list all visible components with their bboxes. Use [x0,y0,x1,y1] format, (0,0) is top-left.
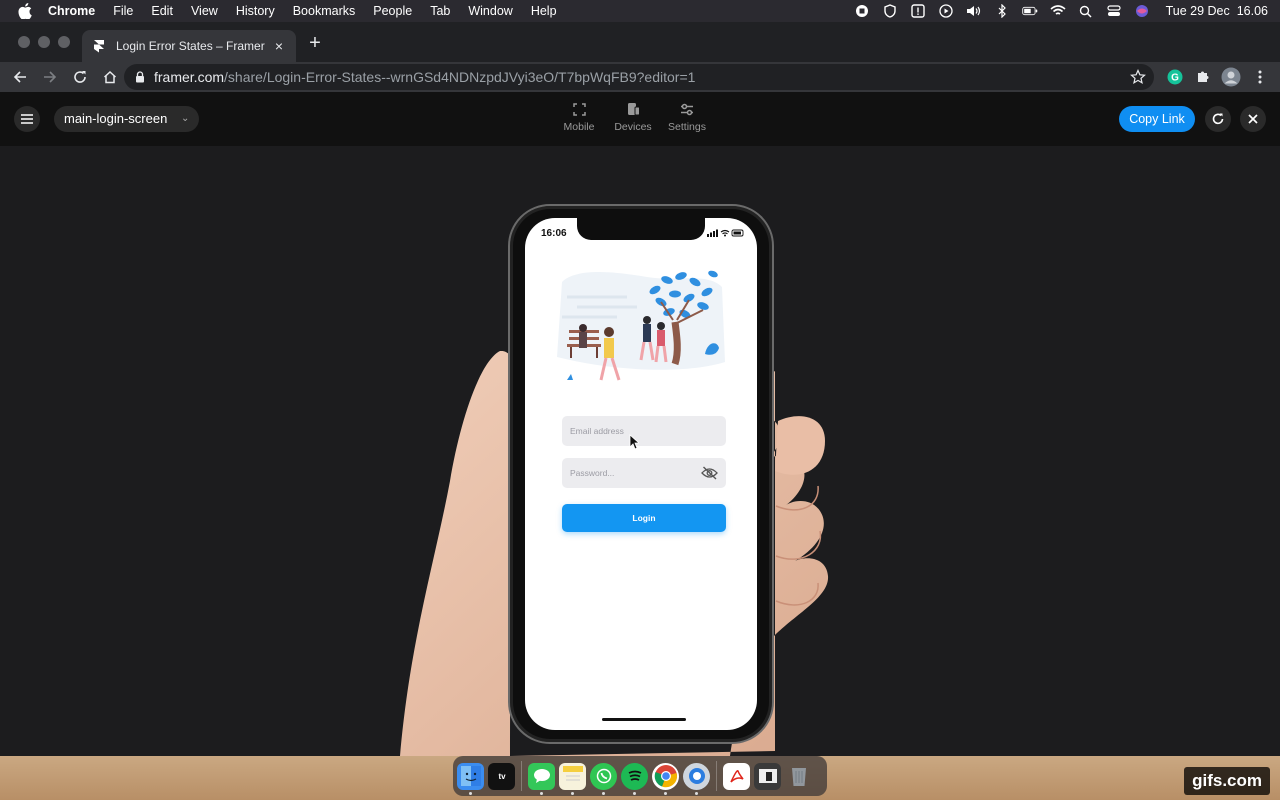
phone-notch [577,218,705,240]
email-input[interactable]: Email address [562,416,726,446]
dock-finder-icon[interactable] [457,762,484,795]
preview-toolbar: Mobile Devices Settings [560,102,706,133]
svg-text:G: G [1171,73,1179,84]
play-icon[interactable] [938,4,954,18]
spotlight-search-icon[interactable] [1078,4,1094,18]
park-illustration [557,270,725,381]
dock-acrobat-icon[interactable] [723,762,750,790]
macos-dock: tv [453,756,827,796]
dock-separator [716,761,717,791]
dock-trash-icon[interactable] [785,763,812,790]
dock-chrome-icon[interactable] [652,762,679,795]
copy-link-button[interactable]: Copy Link [1119,106,1195,132]
menu-app-name[interactable]: Chrome [48,4,95,18]
zoom-window-button[interactable] [58,36,70,48]
volume-icon[interactable] [966,4,982,18]
devices-icon [626,102,640,116]
bookmark-star-icon[interactable] [1130,69,1146,85]
alert-icon[interactable] [910,4,926,18]
restart-preview-button[interactable] [1205,106,1231,132]
dock-appletv-icon[interactable]: tv [488,762,515,790]
siri-icon[interactable] [1134,4,1150,18]
dock-screen-recorder-icon[interactable] [683,762,710,795]
grammarly-extension-icon[interactable]: G [1165,67,1185,87]
menu-edit[interactable]: Edit [151,4,173,18]
minimize-window-button[interactable] [38,36,50,48]
profile-avatar-icon[interactable] [1221,67,1241,87]
macos-menubar: Chrome File Edit View History Bookmarks … [0,0,1280,22]
dock-spotify-icon[interactable] [621,762,648,795]
home-button[interactable] [101,68,119,86]
menu-people[interactable]: People [373,4,412,18]
mouse-pointer-icon [629,434,639,450]
tool-settings-label: Settings [668,121,706,133]
menu-bookmarks[interactable]: Bookmarks [293,4,356,18]
menu-tab[interactable]: Tab [430,4,450,18]
menu-help[interactable]: Help [531,4,557,18]
tab-title: Login Error States – Framer [116,39,265,53]
url-path: /share/Login-Error-States--wrnGSd4NDNzpd… [224,69,696,85]
forward-button[interactable] [41,68,59,86]
tool-settings[interactable]: Settings [668,102,706,133]
close-window-button[interactable] [18,36,30,48]
login-button[interactable]: Login [562,504,726,532]
apple-logo-icon[interactable] [18,3,32,19]
phone-screen: 16:06 Email address Password... Login [525,218,757,730]
chrome-menu-kebab-icon[interactable] [1250,67,1270,87]
dock-notes-icon[interactable] [559,762,586,795]
bluetooth-icon[interactable] [994,4,1010,18]
dock-preview-icon[interactable] [754,762,781,790]
sliders-icon [680,102,694,116]
status-bar-time: 16:06 [541,228,567,239]
menu-history[interactable]: History [236,4,275,18]
home-indicator [602,718,686,721]
screen-selector-dropdown[interactable]: main-login-screen ⌄ [54,106,200,132]
framer-logo-icon [94,40,104,53]
wifi-icon[interactable] [1050,4,1066,18]
tool-devices[interactable]: Devices [614,102,652,133]
status-bar-icons [707,229,744,237]
close-tab-icon[interactable]: × [272,39,286,53]
battery-icon[interactable] [1021,4,1038,18]
hide-password-eye-icon[interactable] [701,466,718,480]
svg-text:tv: tv [498,772,506,781]
phone-device-frame: 16:06 Email address Password... Login [508,204,774,744]
menu-view[interactable]: View [191,4,218,18]
tool-mobile-label: Mobile [563,121,595,133]
new-tab-button[interactable]: + [306,33,324,53]
dock-whatsapp-icon[interactable] [590,762,617,795]
preview-canvas: 16:06 Email address Password... Login [0,146,1280,756]
tool-mobile[interactable]: Mobile [560,102,598,133]
url-host: framer.com [154,69,225,85]
browser-toolbar: framer.com/share/Login-Error-States--wrn… [0,62,1280,92]
back-button[interactable] [11,68,29,86]
dock-messages-icon[interactable] [528,762,555,795]
lock-icon[interactable] [134,71,146,83]
browser-window: Login Error States – Framer × + framer.c… [0,22,1280,756]
address-bar[interactable]: framer.com/share/Login-Error-States--wrn… [124,64,1154,90]
menu-window[interactable]: Window [468,4,512,18]
menubar-clock[interactable]: Tue 29 Dec 16.06 [1166,4,1268,18]
menu-file[interactable]: File [113,4,133,18]
watermark-gifs: gifs.com [1184,767,1270,795]
frame-icon [572,102,586,116]
control-center-icon[interactable] [1106,4,1122,18]
window-controls [18,36,70,48]
hamburger-menu-button[interactable] [14,106,40,132]
tool-devices-label: Devices [614,121,652,133]
screen-selector-label: main-login-screen [64,111,168,126]
tab-strip: Login Error States – Framer × + [0,22,1280,62]
framer-preview-header: main-login-screen ⌄ Mobile Devices Setti… [0,92,1280,146]
shield-icon[interactable] [882,4,898,18]
chevron-down-icon: ⌄ [180,113,190,124]
extensions-puzzle-icon[interactable] [1193,67,1213,87]
dock-separator [521,761,522,791]
reload-button[interactable] [71,68,89,86]
browser-tab[interactable]: Login Error States – Framer × [82,30,296,62]
screen-record-icon[interactable] [854,4,870,18]
close-preview-button[interactable] [1240,106,1266,132]
